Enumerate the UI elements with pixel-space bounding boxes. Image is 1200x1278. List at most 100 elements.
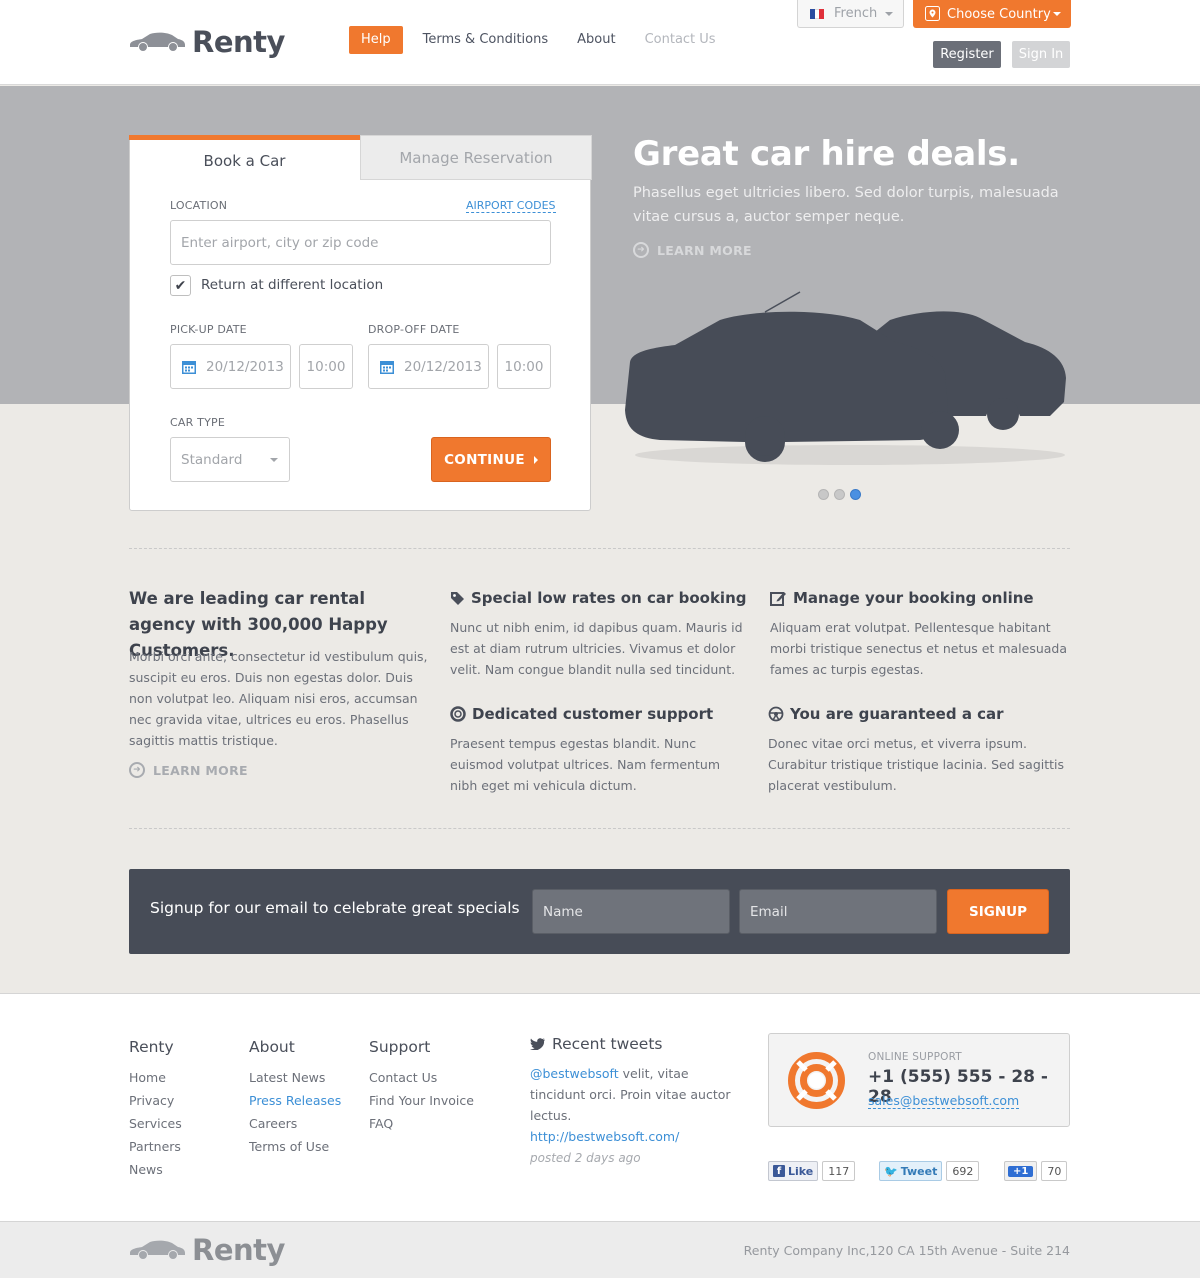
tweets-title: Recent tweets [552, 1035, 663, 1053]
pickup-date-value: 20/12/2013 [206, 358, 284, 375]
like-label: Like [788, 1164, 814, 1178]
car-logo-icon [130, 32, 185, 51]
lifebuoy-icon [788, 1052, 845, 1109]
return-location-label: Return at different location [201, 277, 384, 293]
footer-link-services[interactable]: Services [129, 1112, 182, 1135]
main-nav: Help Terms & Conditions About Contact Us [349, 26, 745, 54]
feature-customer-support: Dedicated customer support Praesent temp… [450, 703, 750, 796]
tweet-time: posted 2 days ago [530, 1151, 641, 1165]
facebook-like-button[interactable]: f Like [768, 1161, 819, 1181]
sign-in-button[interactable]: Sign In [1012, 41, 1070, 68]
nav-about[interactable]: About [577, 26, 615, 54]
feature-text: Praesent tempus egestas blandit. Nunc eu… [450, 736, 721, 793]
footer-link-faq[interactable]: FAQ [369, 1112, 474, 1135]
feature-title: Special low rates on car booking [471, 589, 747, 607]
support-email-link[interactable]: sales@bestwebsoft.com [868, 1093, 1020, 1109]
slide-dot[interactable] [818, 489, 829, 500]
signup-button[interactable]: SIGNUP [947, 889, 1049, 934]
car-type-label: CAR TYPE [170, 416, 225, 429]
nav-help[interactable]: Help [349, 26, 403, 54]
footer-col-title: Support [369, 1038, 431, 1056]
lifebuoy-icon [450, 706, 466, 722]
hero-text: Phasellus eget ultricies libero. Sed dol… [633, 185, 1059, 225]
footer-link-privacy[interactable]: Privacy [129, 1089, 182, 1112]
footer-link-terms-of-use[interactable]: Terms of Use [249, 1135, 341, 1158]
tag-icon [451, 591, 464, 605]
tab-book-a-car[interactable]: Book a Car [129, 135, 360, 181]
car-type-select[interactable]: Standard [170, 437, 290, 482]
location-input[interactable]: Enter airport, city or zip code [170, 220, 551, 265]
support-label: ONLINE SUPPORT [868, 1051, 962, 1063]
feature-manage-booking: Manage your booking online Aliquam erat … [770, 587, 1070, 680]
footer-link-contact-us[interactable]: Contact Us [369, 1066, 474, 1089]
newsletter-signup: Signup for our email to celebrate great … [129, 869, 1070, 954]
like-count: 117 [822, 1161, 856, 1181]
chevron-down-icon [885, 12, 893, 16]
about-learn-more-link[interactable]: ➜ LEARN MORE [129, 762, 248, 778]
footer-link-careers[interactable]: Careers [249, 1112, 341, 1135]
pickup-date-label: PICK-UP DATE [170, 323, 247, 336]
google-plus-button[interactable]: +1 [1004, 1161, 1038, 1181]
feature-guaranteed-car: You are guaranteed a car Donec vitae orc… [768, 703, 1068, 796]
footer-link-latest-news[interactable]: Latest News [249, 1066, 341, 1089]
footer-col-about: About Latest News Press Releases Careers… [249, 1038, 341, 1158]
pickup-date-input[interactable]: 20/12/2013 [170, 344, 291, 389]
tweet-handle-link[interactable]: @bestwebsoft [530, 1066, 619, 1081]
footer-col-title: Renty [129, 1038, 174, 1056]
france-flag-icon [810, 8, 825, 19]
footer-link-press-releases[interactable]: Press Releases [249, 1089, 341, 1112]
arrow-right-circle-icon: ➜ [633, 242, 649, 258]
feature-title: You are guaranteed a car [790, 705, 1004, 723]
hero-title: Great car hire deals. [633, 134, 1020, 174]
twitter-bird-icon: 🐦 [884, 1164, 898, 1178]
signup-name-input[interactable]: Name [532, 889, 730, 934]
feature-title: Manage your booking online [793, 589, 1034, 607]
pickup-time-input[interactable]: 10:00 [299, 344, 353, 389]
footer-link-partners[interactable]: Partners [129, 1135, 182, 1158]
bottom-bar: Renty Renty Company Inc,120 CA 15th Aven… [0, 1221, 1200, 1278]
car-logo-icon [130, 1240, 185, 1259]
tweet-button[interactable]: 🐦 Tweet [879, 1161, 943, 1181]
facebook-icon: f [773, 1165, 785, 1177]
signup-text: Signup for our email to celebrate great … [150, 899, 520, 917]
slide-dot[interactable] [834, 489, 845, 500]
dropoff-time-input[interactable]: 10:00 [497, 344, 551, 389]
recent-tweets: Recent tweets @bestwebsoft velit, vitae … [530, 1035, 745, 1165]
footer-col-renty: Renty Home Privacy Services Partners New… [129, 1038, 182, 1181]
chevron-down-icon [1053, 12, 1061, 16]
footer-link-news[interactable]: News [129, 1158, 182, 1181]
check-icon: ✔ [174, 277, 187, 294]
continue-label: CONTINUE [444, 451, 525, 468]
footer-link-home[interactable]: Home [129, 1066, 182, 1089]
tab-manage-reservation[interactable]: Manage Reservation [360, 135, 592, 180]
hero-learn-more-link[interactable]: ➜ LEARN MORE [633, 242, 752, 258]
section-divider [129, 828, 1070, 829]
twitter-tweet: 🐦 Tweet 692 [879, 1161, 980, 1181]
chevron-right-icon [533, 455, 538, 464]
car-type-value: Standard [181, 451, 243, 468]
register-button[interactable]: Register [933, 41, 1001, 68]
language-select[interactable]: French [797, 0, 904, 28]
language-label: French [834, 6, 878, 21]
airport-codes-link[interactable]: AIRPORT CODES [466, 199, 556, 213]
footer-link-find-invoice[interactable]: Find Your Invoice [369, 1089, 474, 1112]
nav-terms[interactable]: Terms & Conditions [423, 26, 549, 54]
section-divider [129, 548, 1070, 549]
google-plus-one: +1 70 [1004, 1161, 1068, 1181]
slide-dot-active[interactable] [850, 489, 861, 500]
slider-dots [818, 489, 866, 500]
return-location-checkbox[interactable]: ✔ [170, 275, 191, 296]
calendar-icon [182, 360, 196, 374]
continue-button[interactable]: CONTINUE [431, 437, 551, 482]
choose-country-button[interactable]: Choose Country [913, 0, 1071, 28]
tweet-url-link[interactable]: http://bestwebsoft.com/ [530, 1129, 679, 1144]
header: Renty Help Terms & Conditions About Cont… [0, 0, 1200, 85]
footer-logo[interactable]: Renty [128, 1232, 285, 1268]
nav-contact[interactable]: Contact Us [645, 26, 716, 54]
footer-brand-name: Renty [192, 1233, 285, 1267]
logo[interactable]: Renty [128, 24, 285, 60]
dropoff-date-input[interactable]: 20/12/2013 [368, 344, 489, 389]
signup-email-input[interactable]: Email [739, 889, 937, 934]
steering-wheel-icon [768, 706, 784, 722]
tweet-text: @bestwebsoft velit, vitae tincidunt orci… [530, 1063, 745, 1147]
